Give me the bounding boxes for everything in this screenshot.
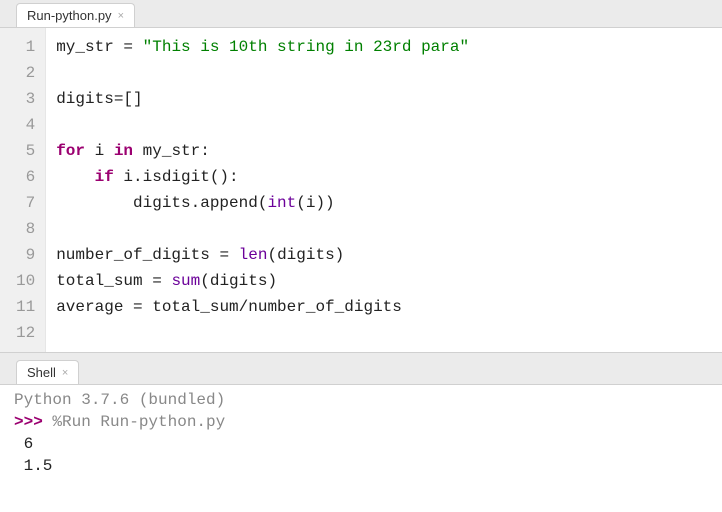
close-icon[interactable]: × [118, 10, 124, 22]
line-number: 1 [16, 34, 35, 60]
editor-tab[interactable]: Run-python.py × [16, 3, 135, 27]
editor-pane: 1 2 3 4 5 6 7 8 9 10 11 12 my_str = "Thi… [0, 28, 722, 353]
line-number: 11 [16, 294, 35, 320]
line-number: 6 [16, 164, 35, 190]
line-number: 3 [16, 86, 35, 112]
close-icon[interactable]: × [62, 367, 68, 379]
code-line: average = total_sum/number_of_digits [56, 294, 712, 320]
code-line: for i in my_str: [56, 138, 712, 164]
code-line [56, 112, 712, 138]
code-line [56, 320, 712, 346]
shell-output: 1.5 [14, 455, 708, 477]
code-line: my_str = "This is 10th string in 23rd pa… [56, 34, 712, 60]
line-number: 7 [16, 190, 35, 216]
line-number: 9 [16, 242, 35, 268]
code-line: digits=[] [56, 86, 712, 112]
shell-output: 6 [14, 433, 708, 455]
editor-tab-label: Run-python.py [27, 8, 112, 23]
shell-command: %Run Run-python.py [52, 413, 225, 431]
line-number: 12 [16, 320, 35, 346]
code-line: total_sum = sum(digits) [56, 268, 712, 294]
shell-prompt: >>> [14, 413, 52, 431]
shell-line: >>> %Run Run-python.py [14, 411, 708, 433]
code-line: if i.isdigit(): [56, 164, 712, 190]
line-number: 4 [16, 112, 35, 138]
code-editor[interactable]: my_str = "This is 10th string in 23rd pa… [46, 28, 722, 352]
line-number: 5 [16, 138, 35, 164]
code-line [56, 216, 712, 242]
code-line: digits.append(int(i)) [56, 190, 712, 216]
shell-tab-label: Shell [27, 365, 56, 380]
line-number: 10 [16, 268, 35, 294]
code-line: number_of_digits = len(digits) [56, 242, 712, 268]
line-number: 8 [16, 216, 35, 242]
line-number-gutter: 1 2 3 4 5 6 7 8 9 10 11 12 [0, 28, 46, 352]
code-line [56, 60, 712, 86]
shell-tab[interactable]: Shell × [16, 360, 79, 384]
shell-pane[interactable]: Python 3.7.6 (bundled)>>> %Run Run-pytho… [0, 385, 722, 512]
editor-tab-bar: Run-python.py × [0, 0, 722, 28]
shell-tab-bar: Shell × [0, 359, 722, 385]
line-number: 2 [16, 60, 35, 86]
shell-greeting: Python 3.7.6 (bundled) [14, 389, 708, 411]
